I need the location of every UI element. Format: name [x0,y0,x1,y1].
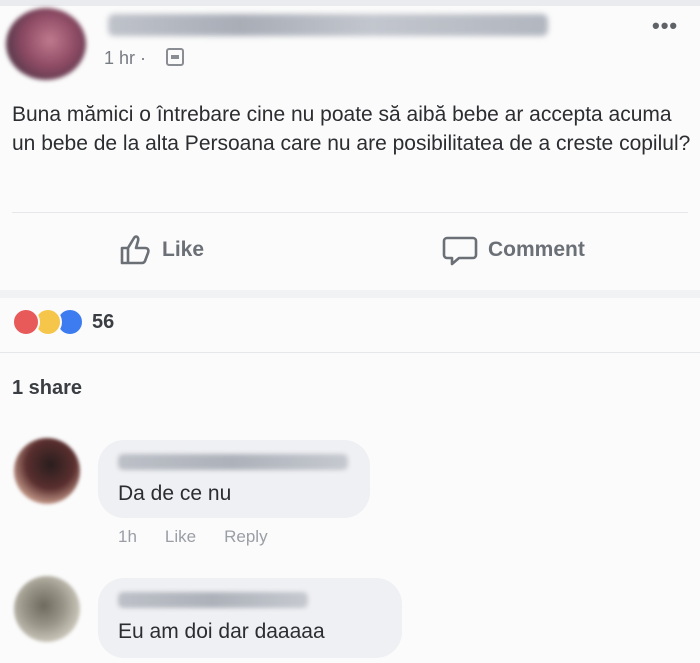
comment-label: Comment [488,238,585,261]
comment-text: Da de ce nu [118,482,232,505]
commenter-name-blurred[interactable] [118,592,308,608]
like-icon [120,235,150,265]
comment-bubble: Da de ce nu [98,440,370,518]
comment-bubble: Eu am doi dar daaaaa [98,578,402,658]
comment-avatar[interactable] [14,576,80,642]
reaction-count: 56 [92,310,115,333]
share-count[interactable]: 1 share [12,377,82,400]
more-options-button[interactable]: ••• [652,15,678,37]
commenter-name-blurred[interactable] [118,454,348,470]
comment-text: Eu am doi dar daaaaa [118,620,325,643]
love-reaction-icon [12,308,40,336]
comment-icon [442,236,478,266]
post-text: Buna mămici o întrebare cine nu poate să… [12,103,691,155]
author-name-blurred[interactable] [108,14,548,36]
reactions-summary[interactable]: 56 [12,308,114,336]
comment-meta: 1h Like Reply [118,527,268,547]
comment-time: 1h [118,527,137,546]
post-header: 1 hr · ••• [0,0,700,90]
globe-icon [166,48,184,66]
like-label: Like [162,238,205,261]
divider [0,352,700,353]
post-timestamp[interactable]: 1 hr · [104,48,146,69]
author-avatar[interactable] [6,8,86,80]
comment-reply-link[interactable]: Reply [224,527,267,547]
divider [0,290,700,298]
comment-button[interactable]: Comment [442,228,585,272]
comment-avatar[interactable] [14,438,80,504]
comment-like-link[interactable]: Like [165,527,196,547]
like-button[interactable]: Like [118,228,204,272]
divider [12,212,688,213]
